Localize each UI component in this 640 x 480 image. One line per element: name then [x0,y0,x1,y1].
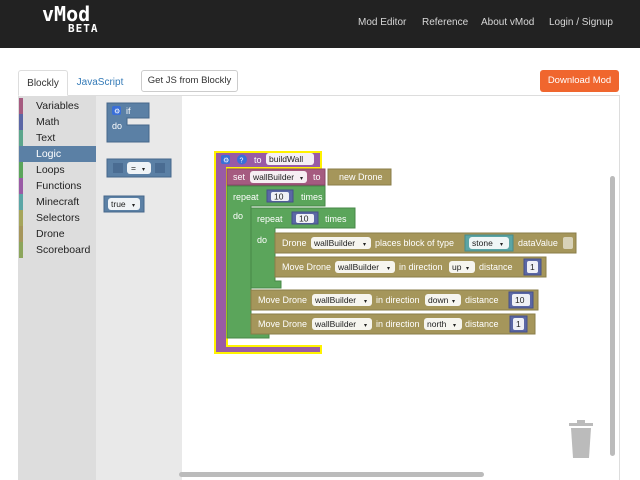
flyout-do-label: do [112,121,122,131]
compare-operator-value: = [131,163,136,173]
in-direction-label: in direction [376,319,420,329]
chevron-down-icon: ▾ [466,266,469,272]
chevron-down-icon: ▾ [364,323,367,329]
direction-value: north [427,319,447,329]
inner-repeat-count: 10 [299,214,309,224]
nav-mod-editor[interactable]: Mod Editor [358,17,406,28]
nav-login-signup[interactable]: Login / Signup [549,17,613,28]
chevron-down-icon: ▾ [363,242,366,248]
block-type-value: stone [472,238,493,248]
logo-beta-badge: BETA [68,22,99,35]
direction-value: up [452,262,462,272]
set-to-label: to [313,172,321,182]
outer-times-label: times [301,192,323,202]
chevron-down-icon: ▾ [500,242,503,248]
distance-value: 1 [516,319,521,329]
chevron-down-icon: ▾ [132,203,135,209]
move-drone-label: Move Drone [258,295,307,305]
in-direction-label: in direction [376,295,420,305]
download-mod-button[interactable]: Download Mod [540,70,619,92]
distance-label: distance [465,295,499,305]
boolean-value: true [111,199,126,209]
distance-label: distance [479,262,513,272]
move-drone-block-3[interactable]: Move Drone wallBuilder ▾ in direction no… [250,313,536,335]
new-drone-label: new Drone [339,172,383,182]
tab-blockly[interactable]: Blockly [18,70,68,96]
move-drone-label: Move Drone [258,319,307,329]
outer-repeat-label: repeat [233,192,259,202]
chevron-down-icon: ▾ [364,299,367,305]
drone-place-block[interactable]: Drone wallBuilder ▾ places block of type… [274,232,577,254]
tab-javascript[interactable]: JavaScript [70,70,130,96]
chevron-down-icon: ▾ [387,266,390,272]
move-variable-name: wallBuilder [337,262,379,272]
move-drone-block-2[interactable]: Move Drone wallBuilder ▾ in direction do… [250,289,539,311]
chevron-down-icon: ▾ [142,167,145,173]
help-icon-glyph: ? [240,158,244,165]
distance-value: 10 [515,295,525,305]
inner-times-label: times [325,214,347,224]
move-drone-block-1[interactable]: Move Drone wallBuilder ▾ in direction up… [274,256,547,278]
move-variable-name: wallBuilder [314,319,356,329]
flyout-boolean-block[interactable]: true ▾ [103,195,145,213]
chevron-down-icon: ▾ [300,176,303,182]
variable-name: wallBuilder [252,172,294,182]
trash-icon[interactable] [569,420,593,458]
inner-do-label: do [257,235,267,245]
data-value-input[interactable] [563,237,573,249]
in-direction-label: in direction [399,262,443,272]
chevron-down-icon: ▾ [453,323,456,329]
drone-variable-name: wallBuilder [313,238,355,248]
procedure-to-label: to [254,155,262,165]
set-variable-block[interactable]: set wallBuilder ▾ to new Drone [226,168,392,186]
distance-value: 1 [530,262,535,272]
chevron-down-icon: ▾ [452,299,455,305]
direction-value: down [428,295,449,305]
data-value-label: dataValue [518,238,558,248]
blocks-canvas: ⚙ if do = ▾ true ▾ ⚙ ? to buildWall set … [103,102,615,477]
gear-icon-glyph: ⚙ [114,108,120,116]
distance-label: distance [465,319,499,329]
get-js-button[interactable]: Get JS from Blockly [141,70,238,92]
move-drone-label: Move Drone [282,262,331,272]
outer-repeat-count: 10 [274,192,284,202]
nav-reference[interactable]: Reference [422,17,468,28]
inner-repeat-label: repeat [257,214,283,224]
flyout-compare-block[interactable]: = ▾ [106,158,172,178]
outer-do-label: do [233,211,243,221]
set-label: set [233,172,246,182]
vertical-scrollbar[interactable] [610,176,615,456]
drone-label: Drone [282,238,307,248]
nav-about[interactable]: About vMod [481,17,534,28]
horizontal-scrollbar[interactable] [179,472,484,477]
flyout-if-label: if [126,106,131,116]
gear-icon-glyph: ⚙ [223,157,229,165]
procedure-name: buildWall [269,154,303,164]
blockly-workspace[interactable]: Variables Math Text Logic Loops Function… [18,96,620,480]
flyout-if-block[interactable]: ⚙ if do [106,102,150,143]
move-variable-name: wallBuilder [314,295,356,305]
places-block-label: places block of type [375,238,454,248]
top-navbar: vMod BETA Mod Editor Reference About vMo… [0,0,640,48]
app-logo[interactable]: vMod [42,4,90,24]
